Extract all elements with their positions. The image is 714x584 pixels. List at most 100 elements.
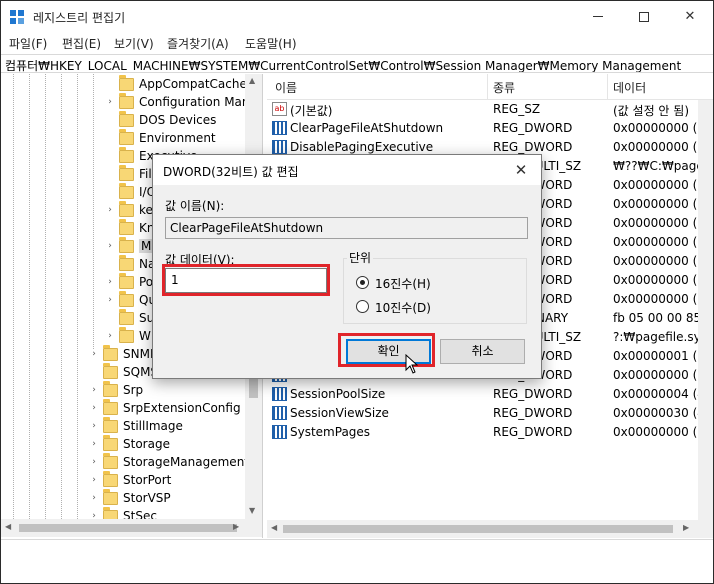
table-row[interactable]: SystemPages REG_DWORD 0x00000000 (0) [267, 423, 713, 442]
menu-view[interactable]: 보기(V) [114, 35, 154, 52]
scroll-right-icon[interactable]: ▶ [233, 522, 239, 531]
string-value-icon: ab [272, 102, 287, 116]
radio-hex[interactable] [356, 276, 369, 289]
tree-item-label: AppCompatCache [139, 77, 247, 91]
registry-app-icon [10, 10, 25, 25]
tree-item[interactable]: › StorVSP [89, 489, 245, 508]
tree-item[interactable]: ›Configuration Manager [105, 93, 262, 112]
list-hscroll-thumb[interactable] [283, 525, 673, 533]
dialog-title: DWORD(32비트) 값 편집 [163, 165, 299, 179]
value-data: 0x00000000 (0) [613, 235, 710, 249]
value-type: REG_SZ [493, 102, 541, 116]
list-header: 이름 종류 데이터 [267, 74, 713, 100]
tree-item[interactable]: DOS Devices [105, 111, 245, 130]
table-row[interactable]: SessionViewSize REG_DWORD 0x00000030 (48) [267, 404, 713, 423]
dword-value-icon [272, 387, 287, 401]
dialog-close-icon[interactable]: ✕ [509, 159, 533, 181]
list-vertical-scrollbar[interactable] [698, 100, 713, 520]
minimize-button[interactable] [575, 1, 621, 33]
value-type: REG_DWORD [493, 406, 573, 420]
tree-item[interactable]: › StorageManagement [89, 453, 249, 472]
tree-item[interactable]: › StorPort [89, 471, 245, 490]
window-title: 레지스트리 편집기 [33, 11, 126, 25]
value-data: 0x00000000 (0) [613, 121, 710, 135]
table-row[interactable]: ab (기본값) REG_SZ (값 설정 안 됨) [267, 100, 713, 119]
radio-decimal[interactable] [356, 300, 369, 313]
folder-icon [103, 453, 118, 469]
dword-value-icon [272, 121, 287, 135]
folder-icon [119, 111, 134, 127]
chevron-right-icon[interactable]: › [89, 403, 99, 413]
chevron-right-icon[interactable]: › [89, 349, 99, 359]
chevron-right-icon[interactable]: › [89, 385, 99, 395]
scroll-right-icon[interactable]: ▶ [683, 523, 689, 532]
value-data: ?:₩pagefile.sys [613, 330, 707, 344]
value-name: SystemPages [290, 425, 371, 439]
tree-item[interactable]: › Srp [89, 381, 245, 400]
radio-hex-label[interactable]: 16진수(H) [375, 275, 431, 292]
tree-item[interactable]: Environment [105, 129, 245, 148]
radio-decimal-label[interactable]: 10진수(D) [375, 299, 431, 316]
tree-hscroll-thumb[interactable] [19, 524, 237, 532]
scroll-left-icon[interactable]: ◀ [5, 522, 11, 531]
folder-icon [119, 327, 134, 343]
cancel-button[interactable]: 취소 [440, 339, 525, 364]
ok-button-highlight [338, 333, 435, 367]
table-row[interactable]: ClearPageFileAtShutdown REG_DWORD 0x000000… [267, 119, 713, 138]
folder-icon [119, 183, 134, 199]
close-button[interactable]: ✕ [667, 1, 713, 33]
tree-item[interactable]: › SrpExtensionConfig [89, 399, 245, 418]
value-data: 0x00000000 (0) [613, 140, 710, 154]
tree-item[interactable]: AppCompatCache [105, 75, 247, 94]
chevron-right-icon[interactable]: › [105, 241, 115, 251]
tree-item-label: StorVSP [123, 491, 171, 505]
scroll-down-icon[interactable]: ▼ [249, 506, 255, 515]
chevron-right-icon[interactable]: › [89, 439, 99, 449]
tree-item[interactable]: › Storage [89, 435, 245, 454]
tree-item-label: DOS Devices [139, 113, 217, 127]
address-bar[interactable]: 컴퓨터₩HKEY_LOCAL_MACHINE₩SYSTEM₩CurrentCon… [1, 54, 713, 73]
menu-help[interactable]: 도움말(H) [245, 35, 297, 52]
chevron-right-icon[interactable]: › [105, 205, 115, 215]
chevron-right-icon[interactable]: › [89, 421, 99, 431]
tree-item-label: Environment [139, 131, 216, 145]
value-data: 0x00000000 (0) [613, 425, 710, 439]
value-name: SessionViewSize [290, 406, 389, 420]
chevron-right-icon[interactable]: › [105, 277, 115, 287]
value-data: 0x00000000 (0) [613, 216, 710, 230]
chevron-right-icon[interactable]: › [89, 457, 99, 467]
tree-item[interactable]: › StillImage [89, 417, 245, 436]
menu-file[interactable]: 파일(F) [9, 35, 47, 52]
tree-horizontal-scrollbar[interactable]: ◀ ▶ [1, 519, 262, 537]
registry-editor-window: 레지스트리 편집기 ✕ 파일(F) 편집(E) 보기(V) 즐겨찾기(A) 도움… [0, 0, 714, 584]
dword-value-icon [272, 140, 287, 154]
table-row[interactable]: SessionPoolSize REG_DWORD 0x00000004 (4) [267, 385, 713, 404]
maximize-button[interactable] [621, 1, 667, 33]
folder-icon [103, 417, 118, 433]
edit-dword-dialog: DWORD(32비트) 값 편집 ✕ 값 이름(N): ClearPageFil… [152, 154, 542, 379]
menu-edit[interactable]: 편집(E) [62, 35, 101, 52]
list-horizontal-scrollbar[interactable]: ◀ ▶ [267, 520, 713, 538]
folder-icon [103, 489, 118, 505]
column-type-header[interactable]: 종류 [493, 79, 515, 96]
value-type: REG_DWORD [493, 425, 573, 439]
tree-item-label: Srp [123, 383, 144, 397]
chevron-right-icon[interactable]: › [105, 331, 115, 341]
dword-value-icon [272, 406, 287, 420]
chevron-right-icon[interactable]: › [105, 295, 115, 305]
folder-icon [119, 93, 134, 109]
value-type: REG_DWORD [493, 140, 573, 154]
folder-icon [103, 471, 118, 487]
column-name-header[interactable]: 이름 [275, 79, 297, 96]
chevron-right-icon[interactable]: › [105, 97, 115, 107]
value-data: (값 설정 안 됨) [613, 104, 690, 118]
close-icon: ✕ [684, 9, 696, 24]
chevron-right-icon[interactable]: › [89, 493, 99, 503]
column-data-header[interactable]: 데이터 [613, 79, 646, 96]
menu-favorites[interactable]: 즐겨찾기(A) [167, 35, 229, 52]
chevron-right-icon[interactable]: › [89, 475, 99, 485]
scroll-left-icon[interactable]: ◀ [271, 523, 277, 532]
scroll-up-icon[interactable]: ▲ [249, 76, 255, 85]
folder-icon [103, 363, 118, 379]
value-name: ClearPageFileAtShutdown [290, 121, 444, 135]
